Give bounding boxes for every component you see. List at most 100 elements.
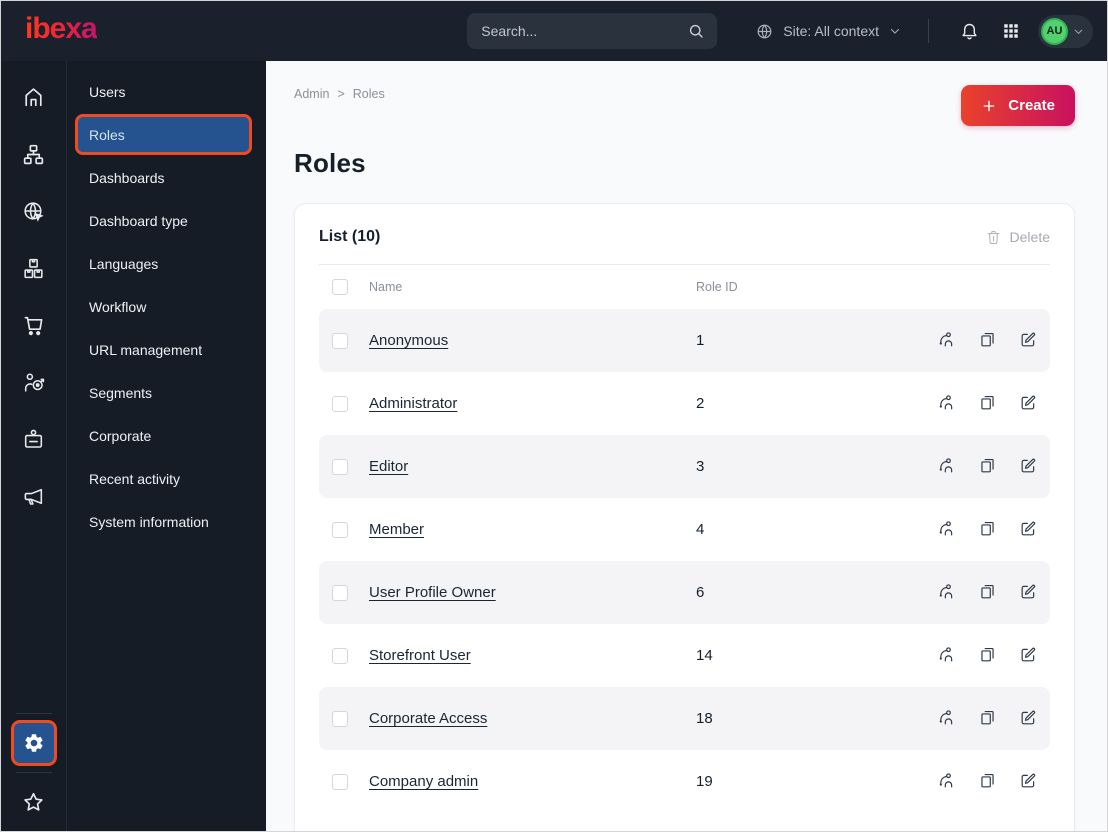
menu-item-corporate[interactable]: Corporate bbox=[67, 414, 266, 457]
role-name-link[interactable]: Editor bbox=[369, 458, 408, 475]
menu-item-recent-activity[interactable]: Recent activity bbox=[67, 457, 266, 500]
roles-list-card: List (10) Delete Name Role ID Anonymous … bbox=[294, 203, 1075, 831]
role-id-value: 4 bbox=[696, 521, 705, 538]
edit-icon bbox=[1019, 771, 1038, 790]
user-menu[interactable]: AU bbox=[1038, 14, 1093, 48]
role-name-link[interactable]: Storefront User bbox=[369, 647, 471, 664]
breadcrumb-admin[interactable]: Admin bbox=[294, 87, 329, 101]
copy-button[interactable] bbox=[978, 456, 997, 478]
chevron-down-icon bbox=[888, 24, 902, 38]
content-tree-icon bbox=[21, 142, 46, 167]
copy-icon bbox=[978, 330, 997, 349]
row-checkbox[interactable] bbox=[332, 584, 348, 601]
assign-users-button[interactable] bbox=[937, 393, 956, 415]
table-row: Corporate Access 18 bbox=[319, 687, 1050, 750]
delete-button[interactable]: Delete bbox=[985, 229, 1050, 246]
assign-users-button[interactable] bbox=[937, 519, 956, 541]
edit-button[interactable] bbox=[1019, 393, 1038, 415]
assign-user-icon bbox=[937, 645, 956, 664]
search-icon[interactable] bbox=[687, 22, 705, 40]
menu-item-workflow[interactable]: Workflow bbox=[67, 285, 266, 328]
menu-item-dashboard-type[interactable]: Dashboard type bbox=[67, 199, 266, 242]
admin-menu: Users Roles Dashboards Dashboard type Langua… bbox=[67, 61, 266, 831]
row-actions bbox=[920, 582, 1050, 604]
rail-item-product-catalog[interactable] bbox=[1, 240, 66, 297]
copy-button[interactable] bbox=[978, 519, 997, 541]
role-name-link[interactable]: Corporate Access bbox=[369, 710, 487, 727]
role-table-body: Anonymous 1 Administrator 2 Editor 3 Mem… bbox=[319, 309, 1050, 813]
role-name-link[interactable]: Company admin bbox=[369, 773, 478, 790]
row-actions bbox=[920, 393, 1050, 415]
edit-button[interactable] bbox=[1019, 645, 1038, 667]
rail-item-dashboard[interactable] bbox=[1, 69, 66, 126]
rail-item-admin-settings[interactable] bbox=[10, 720, 57, 766]
row-checkbox[interactable] bbox=[332, 647, 348, 664]
assign-users-button[interactable] bbox=[937, 330, 956, 352]
personalization-target-icon bbox=[21, 370, 46, 395]
role-name-link[interactable]: Administrator bbox=[369, 395, 457, 412]
edit-button[interactable] bbox=[1019, 708, 1038, 730]
edit-button[interactable] bbox=[1019, 330, 1038, 352]
row-checkbox[interactable] bbox=[332, 395, 348, 412]
edit-button[interactable] bbox=[1019, 519, 1038, 541]
assign-users-button[interactable] bbox=[937, 645, 956, 667]
rail-item-personalization[interactable] bbox=[1, 354, 66, 411]
breadcrumb-separator: > bbox=[337, 87, 345, 101]
role-name-link[interactable]: Anonymous bbox=[369, 332, 448, 349]
app-switcher-button[interactable] bbox=[998, 18, 1024, 44]
rail-item-content[interactable] bbox=[1, 126, 66, 183]
edit-button[interactable] bbox=[1019, 582, 1038, 604]
site-context-dropdown[interactable]: Site: All context bbox=[755, 22, 902, 41]
copy-button[interactable] bbox=[978, 708, 997, 730]
copy-button[interactable] bbox=[978, 330, 997, 352]
create-button[interactable]: Create bbox=[961, 85, 1075, 126]
role-id-value: 1 bbox=[696, 332, 705, 349]
assign-users-button[interactable] bbox=[937, 708, 956, 730]
role-name-link[interactable]: User Profile Owner bbox=[369, 584, 496, 601]
copy-button[interactable] bbox=[978, 393, 997, 415]
rail-item-site[interactable] bbox=[1, 183, 66, 240]
table-header: Name Role ID bbox=[319, 265, 1050, 309]
rail-item-campaigns[interactable] bbox=[1, 468, 66, 525]
copy-icon bbox=[978, 771, 997, 790]
copy-button[interactable] bbox=[978, 645, 997, 667]
menu-item-system-information[interactable]: System information bbox=[67, 500, 266, 543]
ibexa-logo[interactable]: ibexa bbox=[25, 12, 98, 50]
site-globe-icon bbox=[21, 199, 46, 224]
row-checkbox[interactable] bbox=[332, 773, 348, 790]
column-header-name: Name bbox=[369, 280, 403, 294]
search-input[interactable] bbox=[481, 23, 680, 39]
rail-item-bookmarks[interactable] bbox=[1, 779, 66, 825]
row-checkbox[interactable] bbox=[332, 521, 348, 538]
edit-button[interactable] bbox=[1019, 456, 1038, 478]
rail-item-commerce[interactable] bbox=[1, 297, 66, 354]
assign-users-button[interactable] bbox=[937, 582, 956, 604]
trash-icon bbox=[985, 229, 1002, 246]
menu-item-url-management[interactable]: URL management bbox=[67, 328, 266, 371]
edit-button[interactable] bbox=[1019, 771, 1038, 793]
assign-users-button[interactable] bbox=[937, 771, 956, 793]
table-row: Storefront User 14 bbox=[319, 624, 1050, 687]
assign-user-icon bbox=[937, 330, 956, 349]
notifications-button[interactable] bbox=[955, 17, 984, 46]
assign-users-button[interactable] bbox=[937, 456, 956, 478]
table-row: Member 4 bbox=[319, 498, 1050, 561]
column-header-role-id: Role ID bbox=[696, 280, 738, 294]
row-checkbox[interactable] bbox=[332, 458, 348, 475]
menu-item-roles[interactable]: Roles bbox=[75, 114, 252, 155]
copy-button[interactable] bbox=[978, 582, 997, 604]
global-search[interactable] bbox=[467, 13, 718, 49]
rail-item-corporate[interactable] bbox=[1, 411, 66, 468]
app-grid-icon bbox=[1002, 22, 1020, 40]
menu-item-languages[interactable]: Languages bbox=[67, 242, 266, 285]
role-name-link[interactable]: Member bbox=[369, 521, 424, 538]
row-checkbox[interactable] bbox=[332, 332, 348, 349]
copy-button[interactable] bbox=[978, 771, 997, 793]
select-all-checkbox[interactable] bbox=[332, 279, 348, 295]
menu-item-segments[interactable]: Segments bbox=[67, 371, 266, 414]
menu-item-users[interactable]: Users bbox=[67, 70, 266, 113]
rail-bottom-group bbox=[1, 707, 66, 825]
row-checkbox[interactable] bbox=[332, 710, 348, 727]
assign-user-icon bbox=[937, 456, 956, 475]
menu-item-dashboards[interactable]: Dashboards bbox=[67, 156, 266, 199]
